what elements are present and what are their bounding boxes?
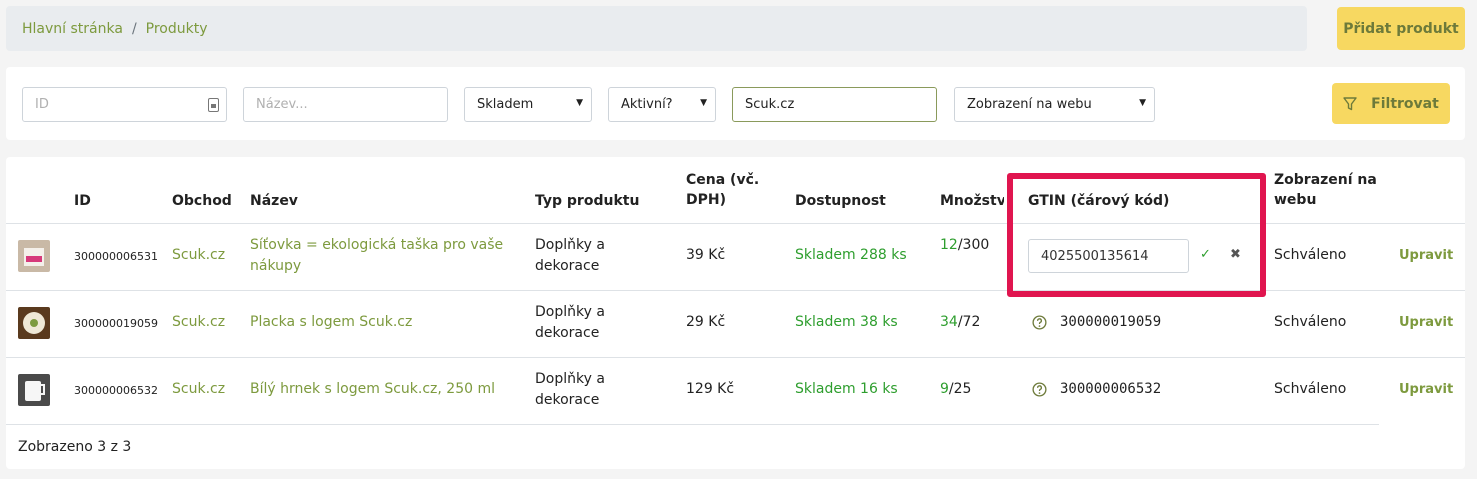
row-gtin: 300000006532 bbox=[1060, 381, 1162, 397]
active-select-value: Aktivní? bbox=[621, 97, 673, 112]
name-filter-input[interactable]: Název... bbox=[243, 87, 448, 122]
row-price: 129 Kč bbox=[686, 381, 735, 397]
row-qty-total: /300 bbox=[957, 237, 990, 253]
edit-link[interactable]: Upravit bbox=[1399, 248, 1453, 263]
name-filter-placeholder: Název... bbox=[256, 97, 308, 112]
column-header-name[interactable]: Název bbox=[250, 191, 298, 211]
column-header-shop[interactable]: Obchod bbox=[172, 191, 232, 211]
chevron-down-icon: ▼ bbox=[1139, 98, 1146, 108]
column-header-web-line1: Zobrazení na bbox=[1274, 172, 1377, 188]
row-type-line1: Doplňky a bbox=[535, 371, 605, 387]
column-header-id[interactable]: ID bbox=[74, 191, 91, 211]
column-header-price[interactable]: Cena (vč. DPH) bbox=[686, 170, 759, 210]
row-id: 300000019059 bbox=[74, 317, 158, 330]
gtin-edit-input[interactable]: 4025500135614 bbox=[1028, 239, 1189, 273]
breadcrumb-current[interactable]: Produkty bbox=[146, 21, 208, 37]
row-divider bbox=[6, 357, 1465, 358]
filter-button[interactable]: Filtrovat bbox=[1332, 83, 1450, 124]
column-header-availability[interactable]: Dostupnost bbox=[795, 191, 886, 211]
row-name-line1: Síťovka = ekologická taška pro vaše bbox=[250, 237, 504, 253]
column-header-gtin[interactable]: GTIN (čárový kód) bbox=[1028, 191, 1169, 211]
chevron-down-icon: ▼ bbox=[700, 98, 707, 108]
row-type-line2: dekorace bbox=[535, 392, 600, 408]
row-qty-available: 34 bbox=[940, 314, 958, 330]
edit-link[interactable]: Upravit bbox=[1399, 382, 1453, 397]
column-header-web-display[interactable]: Zobrazení na webu bbox=[1274, 170, 1377, 210]
row-availability: Skladem 38 ks bbox=[795, 314, 898, 330]
row-qty-available: 9 bbox=[940, 381, 949, 397]
filter-button-label: Filtrovat bbox=[1371, 95, 1439, 112]
row-id: 300000006531 bbox=[74, 250, 158, 263]
product-thumbnail bbox=[18, 240, 50, 272]
breadcrumb: Hlavní stránka / Produkty bbox=[6, 6, 1307, 51]
row-type-line2: dekorace bbox=[535, 325, 600, 341]
row-type-line1: Doplňky a bbox=[535, 237, 605, 253]
row-quantity: 34/72 bbox=[940, 312, 980, 333]
stock-select-value: Skladem bbox=[477, 97, 534, 112]
row-name-link[interactable]: Síťovka = ekologická taška pro vaše náku… bbox=[250, 235, 503, 277]
id-filter-input[interactable]: ID bbox=[22, 87, 227, 122]
row-type: Doplňky a dekorace bbox=[535, 369, 605, 411]
row-quantity: 9/25 bbox=[940, 379, 971, 400]
chevron-down-icon: ▼ bbox=[576, 98, 583, 108]
row-web-status: Schváleno bbox=[1274, 381, 1347, 397]
row-web-status: Schváleno bbox=[1274, 247, 1347, 263]
question-circle-icon[interactable] bbox=[1032, 382, 1047, 397]
row-availability: Skladem 16 ks bbox=[795, 381, 898, 397]
row-gtin: 300000019059 bbox=[1060, 314, 1162, 330]
header-divider bbox=[6, 223, 1465, 224]
stock-select[interactable]: Skladem ▼ bbox=[464, 87, 592, 122]
row-type: Doplňky a dekorace bbox=[535, 235, 605, 277]
breadcrumb-separator: / bbox=[131, 20, 137, 37]
id-filter-placeholder: ID bbox=[35, 97, 49, 112]
row-price: 29 Kč bbox=[686, 314, 726, 330]
shop-filter-value: Scuk.cz bbox=[745, 97, 795, 112]
row-divider bbox=[6, 424, 1379, 425]
product-thumbnail bbox=[18, 307, 50, 339]
id-card-icon bbox=[208, 98, 219, 112]
row-name-line2: nákupy bbox=[250, 258, 302, 274]
row-qty-total: /25 bbox=[948, 381, 972, 397]
column-header-web-line2: webu bbox=[1274, 192, 1317, 208]
row-type-line2: dekorace bbox=[535, 258, 600, 274]
row-type: Doplňky a dekorace bbox=[535, 302, 605, 344]
row-name-link[interactable]: Placka s logem Scuk.cz bbox=[250, 312, 412, 333]
web-display-select[interactable]: Zobrazení na webu ▼ bbox=[954, 87, 1155, 122]
breadcrumb-home-link[interactable]: Hlavní stránka bbox=[22, 21, 123, 37]
row-availability: Skladem 288 ks bbox=[795, 247, 907, 263]
product-thumbnail bbox=[18, 374, 50, 406]
filter-panel: ID Název... Skladem ▼ Aktivní? ▼ Scuk.cz… bbox=[6, 67, 1465, 140]
row-quantity: 12/300 bbox=[940, 235, 989, 256]
shop-filter-input[interactable]: Scuk.cz bbox=[732, 87, 937, 122]
row-type-line1: Doplňky a bbox=[535, 304, 605, 320]
row-name-link[interactable]: Bílý hrnek s logem Scuk.cz, 250 ml bbox=[250, 379, 495, 400]
column-header-quantity[interactable]: Množství bbox=[940, 191, 1004, 211]
row-shop-link[interactable]: Scuk.cz bbox=[172, 312, 225, 333]
column-header-type[interactable]: Typ produktu bbox=[535, 191, 639, 211]
check-icon[interactable]: ✓ bbox=[1200, 247, 1211, 262]
row-id: 300000006532 bbox=[74, 384, 158, 397]
row-shop-link[interactable]: Scuk.cz bbox=[172, 245, 225, 266]
add-product-button[interactable]: Přidat produkt bbox=[1337, 7, 1465, 50]
active-select[interactable]: Aktivní? ▼ bbox=[608, 87, 716, 122]
edit-link[interactable]: Upravit bbox=[1399, 315, 1453, 330]
question-circle-icon[interactable] bbox=[1032, 315, 1047, 330]
row-qty-total: /72 bbox=[957, 314, 981, 330]
row-qty-available: 12 bbox=[940, 237, 958, 253]
row-web-status: Schváleno bbox=[1274, 314, 1347, 330]
column-header-price-line1: Cena (vč. bbox=[686, 172, 760, 188]
row-divider bbox=[6, 290, 1465, 291]
results-count: Zobrazeno 3 z 3 bbox=[18, 439, 132, 455]
column-header-price-line2: DPH) bbox=[686, 192, 726, 208]
row-price: 39 Kč bbox=[686, 247, 726, 263]
web-display-select-value: Zobrazení na webu bbox=[967, 97, 1092, 112]
funnel-icon bbox=[1343, 96, 1357, 110]
products-table: ID Obchod Název Typ produktu Cena (vč. D… bbox=[6, 157, 1465, 469]
row-shop-link[interactable]: Scuk.cz bbox=[172, 379, 225, 400]
close-icon[interactable]: ✖ bbox=[1230, 247, 1241, 262]
